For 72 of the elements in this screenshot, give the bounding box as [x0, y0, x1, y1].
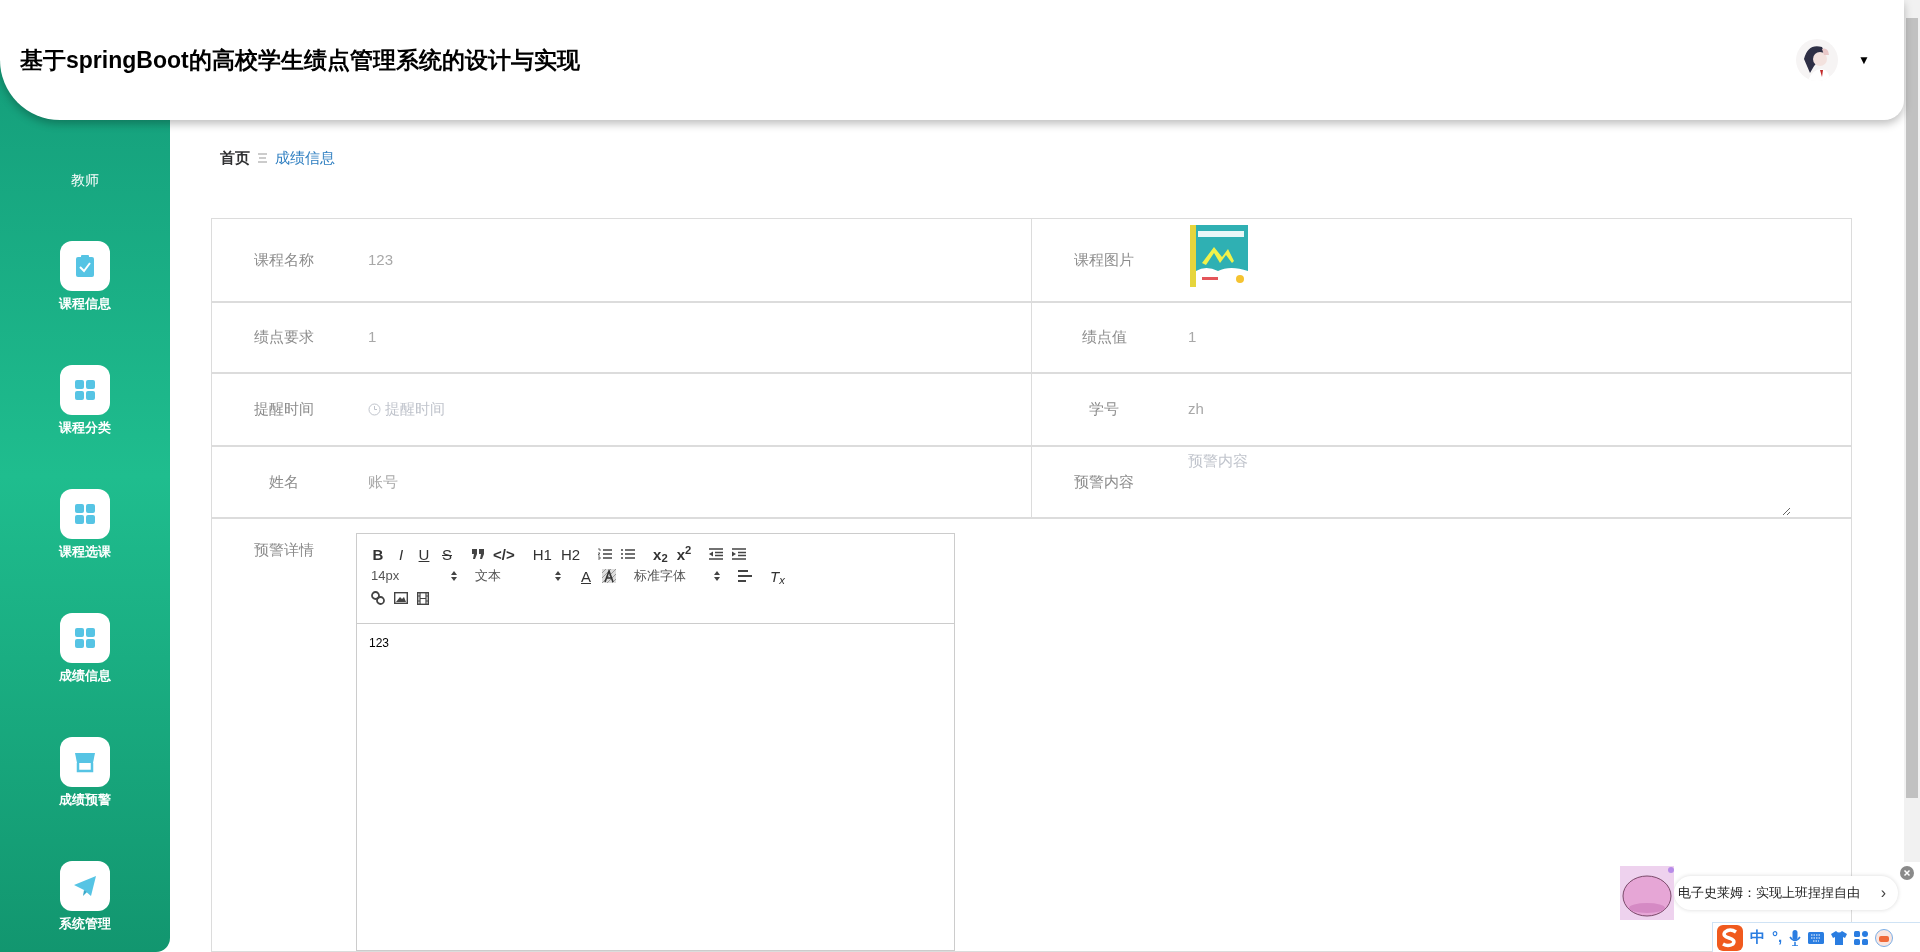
field-label: 提醒时间: [254, 399, 314, 420]
menu-item[interactable]: 系统管理: [59, 914, 111, 934]
sort-caret-icon: [714, 571, 720, 581]
breadcrumb-current: 成绩信息: [275, 147, 335, 168]
menu-icon-tile[interactable]: [60, 613, 110, 663]
paper-plane-icon: [73, 875, 97, 897]
toolbar-button[interactable]: H1: [532, 546, 552, 562]
highlight-icon[interactable]: [602, 569, 616, 583]
menu-icon-tile[interactable]: [60, 241, 110, 291]
font-select[interactable]: 14px: [371, 566, 457, 586]
menu-icon-tile[interactable]: [60, 489, 110, 539]
toolbar-button[interactable]: S: [440, 546, 454, 562]
menu-icon-tile[interactable]: [60, 737, 110, 787]
notification-text: 电子史莱姆：实现上班捏捏自由: [1678, 884, 1861, 903]
field-label: 绩点值: [1081, 327, 1127, 348]
toolbar-button[interactable]: H2: [560, 546, 581, 562]
film-icon[interactable]: [417, 591, 429, 605]
font-select[interactable]: 标准字体: [634, 566, 720, 586]
editor-text: 123: [369, 635, 391, 652]
shirt-icon[interactable]: [1831, 930, 1848, 945]
robot-face-icon[interactable]: [1875, 928, 1894, 947]
microphone-icon[interactable]: [1789, 929, 1802, 946]
textarea-field[interactable]: 预警内容: [1188, 448, 1791, 516]
field-label: 绩点要求: [254, 327, 314, 348]
toolbar-button[interactable]: </>: [493, 546, 515, 562]
field-label: 预警详情: [254, 540, 314, 559]
grid-icon[interactable]: [1854, 930, 1869, 945]
keyboard-icon[interactable]: [1808, 931, 1825, 944]
toolbar-button[interactable]: T$_{x}$: [770, 568, 785, 584]
chevron: ›: [1880, 883, 1886, 903]
toolbar-button[interactable]: x$_{2}$: [653, 546, 668, 562]
toolbar-button[interactable]: x$^{2}$: [676, 546, 692, 562]
breadcrumb-link[interactable]: 首页: [220, 146, 250, 170]
toolbar-button[interactable]: I: [394, 546, 408, 562]
shop-icon: [73, 751, 97, 773]
notification-toast[interactable]: 电子史莱姆：实现上班捏捏自由 ›: [1674, 876, 1898, 910]
grid-icon: [74, 503, 96, 525]
sort-caret-icon: [451, 571, 457, 581]
field-label: 预警内容: [1074, 471, 1134, 492]
toolbar-button[interactable]: U: [417, 546, 431, 562]
menu-icon-tile[interactable]: [60, 861, 110, 911]
align-icon[interactable]: [738, 570, 752, 582]
toolbar-button[interactable]: A: [579, 568, 593, 584]
font-select[interactable]: 文本: [475, 566, 561, 586]
menu-icon-tile[interactable]: [60, 365, 110, 415]
clipboard-check-icon: [74, 254, 96, 278]
sort-caret-icon: [555, 571, 561, 581]
field-label: 课程图片: [1074, 249, 1134, 270]
scrollbar[interactable]: [1904, 0, 1920, 862]
ime-logo-icon[interactable]: [1717, 924, 1743, 951]
grid-icon: [74, 627, 96, 649]
field-label: 学号: [1089, 399, 1119, 420]
dropdown-caret[interactable]: ▼: [1858, 51, 1870, 69]
field-label: 姓名: [269, 471, 299, 492]
separator-icon: [258, 153, 267, 163]
bullet-list-icon[interactable]: [621, 548, 636, 560]
ime-button[interactable]: °,: [1772, 926, 1783, 949]
user-role: 教师: [71, 171, 99, 190]
rich-text-editor[interactable]: B I U S </> H1 H2 x$_{2}$ x$^{2}$ 14px 文本 A 标准字体 T$_{x}$ 123: [356, 533, 955, 951]
ime-button[interactable]: 中: [1750, 926, 1765, 949]
clock-icon: [368, 403, 381, 416]
indent-icon[interactable]: [732, 548, 747, 560]
close-icon[interactable]: [1900, 866, 1914, 880]
toolbar-button[interactable]: B: [371, 546, 385, 562]
outdent-icon[interactable]: [709, 548, 724, 560]
grid-icon: [74, 379, 96, 401]
field-label: 课程名称: [254, 249, 314, 270]
app-title: 基于springBoot的高校学生绩点管理系统的设计与实现: [20, 45, 580, 75]
quote-icon[interactable]: [472, 549, 484, 559]
image-icon[interactable]: [394, 592, 408, 604]
link-icon[interactable]: [371, 591, 385, 605]
numbered-list-icon[interactable]: [598, 548, 613, 560]
